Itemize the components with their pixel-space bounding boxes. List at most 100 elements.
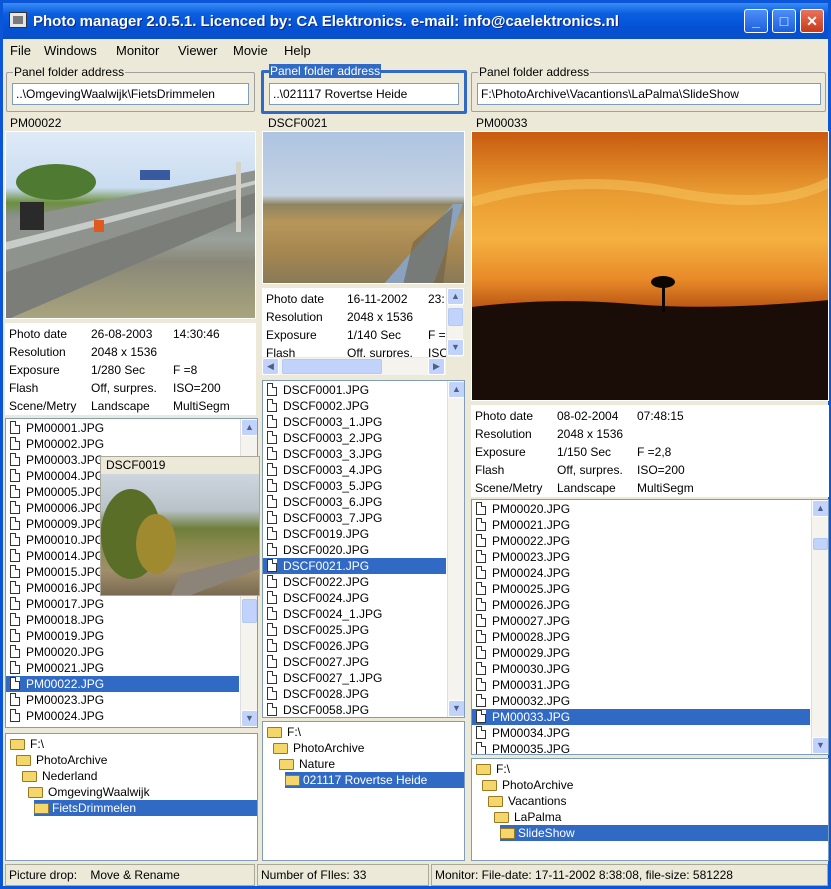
list-item[interactable]: DSCF0003_7.JPG: [263, 510, 446, 526]
list-item[interactable]: PM00023.JPG: [6, 692, 239, 708]
menu-windows[interactable]: Windows: [44, 43, 97, 58]
close-button[interactable]: ✕: [800, 9, 824, 33]
scroll-thumb[interactable]: [448, 308, 463, 326]
title-bar[interactable]: Photo manager 2.0.5.1. Licenced by: CA E…: [3, 3, 828, 39]
tree-node[interactable]: Nederland: [6, 768, 257, 784]
list-item[interactable]: DSCF0024_1.JPG: [263, 606, 446, 622]
scroll-down-arrow[interactable]: ▼: [241, 710, 257, 727]
list-item[interactable]: DSCF0019.JPG: [263, 526, 446, 542]
tree-node[interactable]: FietsDrimmelen: [6, 800, 257, 816]
list-item[interactable]: DSCF0003_3.JPG: [263, 446, 446, 462]
list-item[interactable]: PM00018.JPG: [6, 612, 239, 628]
scroll-thumb[interactable]: [242, 599, 257, 623]
list-item[interactable]: PM00019.JPG: [6, 628, 239, 644]
tree-node[interactable]: F:\: [472, 761, 828, 777]
panel2-file-list[interactable]: DSCF0001.JPG DSCF0002.JPG DSCF0003_1.JPG DS…: [262, 380, 465, 718]
list-item[interactable]: DSCF0025.JPG: [263, 622, 446, 638]
list-item[interactable]: PM00023.JPG: [472, 549, 810, 565]
list-item[interactable]: DSCF0024.JPG: [263, 590, 446, 606]
list-item[interactable]: PM00031.JPG: [472, 677, 810, 693]
scroll-down-arrow[interactable]: ▼: [448, 700, 464, 717]
list-item[interactable]: PM00029.JPG: [472, 645, 810, 661]
panel3-folder-input[interactable]: F:\PhotoArchive\Vacantions\LaPalma\Slide…: [477, 83, 821, 105]
panel2-info-vscrollbar[interactable]: ▲ ▼: [446, 288, 464, 357]
menu-file[interactable]: File: [10, 43, 31, 58]
scroll-left-arrow[interactable]: ◀: [262, 358, 279, 375]
tree-node[interactable]: Vacantions: [472, 793, 828, 809]
panel2-photo[interactable]: [262, 131, 465, 284]
list-item[interactable]: DSCF0026.JPG: [263, 638, 446, 654]
panel1-folder-input[interactable]: ..\OmgevingWaalwijk\FietsDrimmelen: [12, 83, 249, 105]
tree-node[interactable]: F:\: [6, 736, 257, 752]
scroll-down-arrow[interactable]: ▼: [447, 339, 464, 356]
list-item[interactable]: PM00022.JPG: [472, 533, 810, 549]
list-item[interactable]: DSCF0003_1.JPG: [263, 414, 446, 430]
minimize-button[interactable]: _: [744, 9, 768, 33]
list-item[interactable]: DSCF0003_2.JPG: [263, 430, 446, 446]
list-item[interactable]: PM00032.JPG: [472, 693, 810, 709]
list-item[interactable]: PM00021.JPG: [472, 517, 810, 533]
list-item[interactable]: PM00026.JPG: [472, 597, 810, 613]
list-item[interactable]: PM00024.JPG: [6, 708, 239, 724]
scroll-up-arrow[interactable]: ▲: [241, 419, 257, 436]
panel3-photo[interactable]: [471, 131, 829, 401]
menu-help[interactable]: Help: [284, 43, 311, 58]
list-item[interactable]: PM00035.JPG: [472, 741, 810, 754]
list-item[interactable]: PM00001.JPG: [6, 420, 239, 436]
list-item[interactable]: PM00034.JPG: [472, 725, 810, 741]
tree-node[interactable]: OmgevingWaalwijk: [6, 784, 257, 800]
panel2-info-hscrollbar[interactable]: ◀ ▶: [262, 358, 446, 375]
floating-preview[interactable]: DSCF0019: [100, 456, 260, 596]
scroll-up-arrow[interactable]: ▲: [447, 288, 464, 305]
tree-node[interactable]: LaPalma: [472, 809, 828, 825]
list-item[interactable]: PM00021.JPG: [6, 660, 239, 676]
scroll-up-arrow[interactable]: ▲: [448, 381, 464, 398]
list-item[interactable]: DSCF0003_4.JPG: [263, 462, 446, 478]
list-item[interactable]: DSCF0003_6.JPG: [263, 494, 446, 510]
list-item[interactable]: DSCF0022.JPG: [263, 574, 446, 590]
menu-monitor[interactable]: Monitor: [116, 43, 159, 58]
scroll-thumb[interactable]: [813, 538, 828, 550]
panel3-list-scrollbar[interactable]: ▲ ▼: [811, 500, 828, 754]
tree-node[interactable]: PhotoArchive: [6, 752, 257, 768]
list-item[interactable]: DSCF0020.JPG: [263, 542, 446, 558]
scroll-right-arrow[interactable]: ▶: [428, 358, 445, 375]
panel2-folder-tree[interactable]: F:\ PhotoArchive Nature 021117 Rovertse Hei…: [262, 721, 465, 861]
tree-node[interactable]: F:\: [263, 724, 464, 740]
tree-node[interactable]: Nature: [263, 756, 464, 772]
list-item[interactable]: PM00028.JPG: [472, 629, 810, 645]
scroll-down-arrow[interactable]: ▼: [812, 737, 828, 754]
panel1-photo[interactable]: [5, 131, 256, 319]
panel3-folder-tree[interactable]: F:\ PhotoArchive Vacantions LaPalma SlideSho…: [471, 758, 829, 861]
maximize-button[interactable]: □: [772, 9, 796, 33]
list-item[interactable]: DSCF0003_5.JPG: [263, 478, 446, 494]
tree-node[interactable]: PhotoArchive: [472, 777, 828, 793]
menu-movie[interactable]: Movie: [233, 43, 268, 58]
list-item[interactable]: DSCF0021.JPG: [263, 558, 446, 574]
list-item[interactable]: PM00020.JPG: [6, 644, 239, 660]
list-item[interactable]: PM00030.JPG: [472, 661, 810, 677]
panel2-list-scrollbar[interactable]: ▲ ▼: [447, 381, 464, 717]
list-item[interactable]: PM00033.JPG: [472, 709, 810, 725]
list-item[interactable]: DSCF0027.JPG: [263, 654, 446, 670]
list-item[interactable]: PM00017.JPG: [6, 596, 239, 612]
list-item[interactable]: PM00002.JPG: [6, 436, 239, 452]
panel2-folder-input[interactable]: ..\021117 Rovertse Heide: [269, 83, 459, 105]
panel3-file-list[interactable]: PM00020.JPG PM00021.JPG PM00022.JPG PM00023…: [471, 499, 829, 755]
list-item[interactable]: DSCF0058.JPG: [263, 702, 446, 717]
tree-node[interactable]: SlideShow: [472, 825, 828, 841]
list-item[interactable]: PM00025.JPG: [472, 581, 810, 597]
list-item[interactable]: PM00027.JPG: [472, 613, 810, 629]
list-item[interactable]: PM00022.JPG: [6, 676, 239, 692]
list-item[interactable]: PM00024.JPG: [472, 565, 810, 581]
tree-node[interactable]: 021117 Rovertse Heide: [263, 772, 464, 788]
list-item[interactable]: DSCF0001.JPG: [263, 382, 446, 398]
list-item[interactable]: DSCF0028.JPG: [263, 686, 446, 702]
scroll-up-arrow[interactable]: ▲: [812, 500, 828, 517]
list-item[interactable]: DSCF0027_1.JPG: [263, 670, 446, 686]
menu-viewer[interactable]: Viewer: [178, 43, 218, 58]
panel1-folder-tree[interactable]: F:\ PhotoArchive Nederland OmgevingWaalwijk…: [5, 733, 258, 861]
list-item[interactable]: PM00020.JPG: [472, 501, 810, 517]
scroll-thumb[interactable]: [282, 359, 382, 374]
list-item[interactable]: DSCF0002.JPG: [263, 398, 446, 414]
